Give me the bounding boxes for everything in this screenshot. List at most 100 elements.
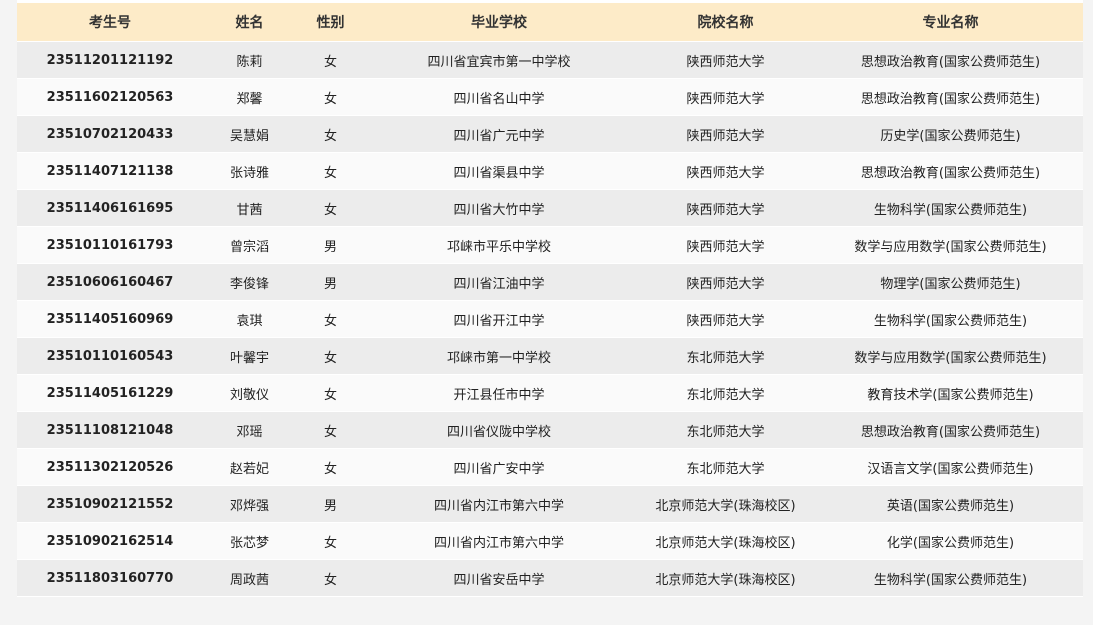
header-row: 考生号 姓名 性别 毕业学校 院校名称 专业名称 [17,3,1083,42]
table-row: 23511108121048 邓瑶女四川省仪陇中学校 东北师范大学 思想政治教育(国家… [17,411,1083,449]
cell-university: 陕西师范大学 [633,115,818,153]
cell-high-school: 邛崃市平乐中学校 [365,226,633,264]
cell-major: 思想政治教育(国家公费师范生) [818,411,1083,449]
cell-high-school: 开江县任市中学 [365,374,633,412]
cell-name: 赵若妃 [203,448,296,486]
header-exam-id: 考生号 [17,3,203,42]
cell-university: 北京师范大学(珠海校区) [633,559,818,597]
cell-high-school: 四川省渠县中学 [365,152,633,190]
cell-major: 生物科学(国家公费师范生) [818,559,1083,597]
cell-major: 英语(国家公费师范生) [818,485,1083,523]
cell-gender: 女 [296,337,365,375]
cell-university: 陕西师范大学 [633,152,818,190]
cell-gender: 女 [296,152,365,190]
cell-gender: 女 [296,300,365,338]
cell-exam-id: 23511405161229 [17,374,203,412]
cell-major: 物理学(国家公费师范生) [818,263,1083,301]
table-row: 23511602120563 郑馨女四川省名山中学 陕西师范大学 思想政治教育(国家公… [17,78,1083,116]
cell-major: 汉语言文学(国家公费师范生) [818,448,1083,486]
cell-name: 邓烨强 [203,485,296,523]
table-row: 23511302120526 赵若妃女四川省广安中学 东北师范大学 汉语言文学(国家公… [17,448,1083,486]
table-row: 23510110160543 叶馨宇女邛崃市第一中学校 东北师范大学 数学与应用数学(… [17,337,1083,375]
cell-gender: 女 [296,115,365,153]
cell-university: 陕西师范大学 [633,226,818,264]
cell-name: 陈莉 [203,41,296,79]
cell-gender: 女 [296,189,365,227]
table-row: 23510702120433 吴慧娟女四川省广元中学 陕西师范大学 历史学(国家公费师… [17,115,1083,153]
table-row: 23511405160969 袁琪女四川省开江中学 陕西师范大学 生物科学(国家公费师… [17,300,1083,338]
table-row: 23510606160467 李俊锋男四川省江油中学 陕西师范大学 物理学(国家公费师… [17,263,1083,301]
cell-exam-id: 23510902121552 [17,485,203,523]
table-row: 23511803160770 周政茜女四川省安岳中学 北京师范大学(珠海校区) 生物科… [17,559,1083,597]
cell-name: 张诗雅 [203,152,296,190]
cell-major: 数学与应用数学(国家公费师范生) [818,337,1083,375]
cell-university: 陕西师范大学 [633,189,818,227]
table-header: 考生号 姓名 性别 毕业学校 院校名称 专业名称 [17,3,1083,42]
cell-name: 吴慧娟 [203,115,296,153]
cell-exam-id: 23511108121048 [17,411,203,449]
cell-exam-id: 23510606160467 [17,263,203,301]
cell-university: 陕西师范大学 [633,300,818,338]
cell-major: 数学与应用数学(国家公费师范生) [818,226,1083,264]
cell-name: 叶馨宇 [203,337,296,375]
cell-gender: 女 [296,411,365,449]
cell-gender: 女 [296,559,365,597]
cell-gender: 女 [296,522,365,560]
header-major: 专业名称 [818,3,1083,42]
cell-exam-id: 23510902162514 [17,522,203,560]
cell-name: 曾宗滔 [203,226,296,264]
cell-university: 东北师范大学 [633,374,818,412]
table-row: 23510902121552 邓烨强男四川省内江市第六中学 北京师范大学(珠海校区)… [17,485,1083,523]
cell-high-school: 四川省开江中学 [365,300,633,338]
cell-gender: 男 [296,226,365,264]
table-row: 23510110161793 曾宗滔男邛崃市平乐中学校 陕西师范大学 数学与应用数学(… [17,226,1083,264]
cell-high-school: 四川省内江市第六中学 [365,485,633,523]
cell-exam-id: 23511406161695 [17,189,203,227]
cell-major: 生物科学(国家公费师范生) [818,300,1083,338]
cell-high-school: 四川省宜宾市第一中学校 [365,41,633,79]
table-row: 23511201121192 陈莉女四川省宜宾市第一中学校 陕西师范大学 思想政治教育… [17,41,1083,79]
cell-major: 历史学(国家公费师范生) [818,115,1083,153]
header-high-school: 毕业学校 [365,3,633,42]
cell-name: 李俊锋 [203,263,296,301]
cell-gender: 女 [296,78,365,116]
cell-name: 周政茜 [203,559,296,597]
cell-high-school: 四川省江油中学 [365,263,633,301]
cell-major: 生物科学(国家公费师范生) [818,189,1083,227]
header-gender: 性别 [296,3,365,42]
cell-gender: 女 [296,41,365,79]
cell-name: 刘敬仪 [203,374,296,412]
cell-major: 思想政治教育(国家公费师范生) [818,152,1083,190]
cell-exam-id: 23511405160969 [17,300,203,338]
cell-exam-id: 23511803160770 [17,559,203,597]
table-body: 23511201121192 陈莉女四川省宜宾市第一中学校 陕西师范大学 思想政治教育… [17,41,1083,597]
header-name: 姓名 [203,3,296,42]
cell-high-school: 四川省大竹中学 [365,189,633,227]
cell-university: 陕西师范大学 [633,263,818,301]
cell-university: 北京师范大学(珠海校区) [633,485,818,523]
cell-exam-id: 23511201121192 [17,41,203,79]
cell-major: 教育技术学(国家公费师范生) [818,374,1083,412]
cell-name: 邓瑶 [203,411,296,449]
cell-major: 思想政治教育(国家公费师范生) [818,78,1083,116]
cell-university: 东北师范大学 [633,411,818,449]
cell-high-school: 四川省广元中学 [365,115,633,153]
cell-exam-id: 23511407121138 [17,152,203,190]
cell-name: 甘茜 [203,189,296,227]
cell-gender: 男 [296,263,365,301]
cell-high-school: 邛崃市第一中学校 [365,337,633,375]
cell-major: 化学(国家公费师范生) [818,522,1083,560]
admission-table: 考生号 姓名 性别 毕业学校 院校名称 专业名称 23511201121192 陈… [17,3,1083,597]
cell-university: 东北师范大学 [633,337,818,375]
cell-exam-id: 23510110161793 [17,226,203,264]
cell-gender: 男 [296,485,365,523]
table-row: 23511407121138 张诗雅女四川省渠县中学 陕西师范大学 思想政治教育(国家… [17,152,1083,190]
table-row: 23510902162514 张芯梦女四川省内江市第六中学 北京师范大学(珠海校区)… [17,522,1083,560]
cell-name: 张芯梦 [203,522,296,560]
cell-high-school: 四川省名山中学 [365,78,633,116]
cell-university: 陕西师范大学 [633,41,818,79]
cell-exam-id: 23511602120563 [17,78,203,116]
cell-high-school: 四川省安岳中学 [365,559,633,597]
cell-high-school: 四川省广安中学 [365,448,633,486]
cell-exam-id: 23510702120433 [17,115,203,153]
